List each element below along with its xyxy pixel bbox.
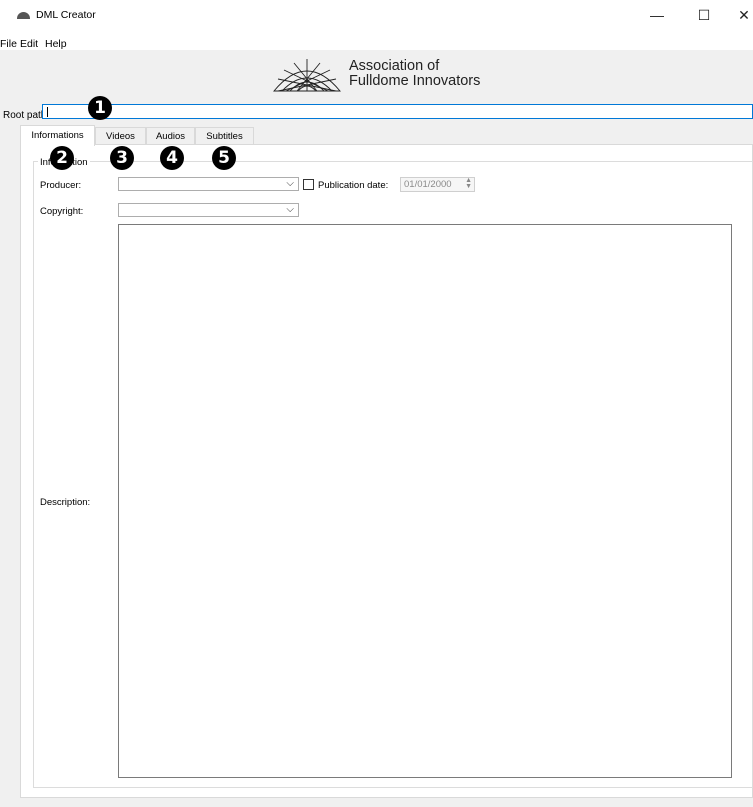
window-title: DML Creator bbox=[36, 9, 96, 21]
callout-marker-3: 3 bbox=[110, 146, 134, 170]
logo-line-1: Association of bbox=[349, 58, 440, 74]
tab-subtitles[interactable]: Subtitles bbox=[195, 127, 254, 144]
callout-marker-4: 4 bbox=[160, 146, 184, 170]
logo-banner: Association of Fulldome Innovators bbox=[0, 50, 753, 100]
publication-date-label: Publication date: bbox=[318, 180, 389, 191]
minimize-button[interactable]: — bbox=[645, 7, 669, 23]
text-caret bbox=[47, 107, 48, 117]
logo-line-2: Fulldome Innovators bbox=[349, 73, 481, 89]
publication-date-checkbox[interactable] bbox=[303, 179, 314, 190]
description-label: Description: bbox=[40, 497, 91, 508]
publication-date-input[interactable]: 01/01/2000 ▲ ▼ bbox=[400, 177, 475, 192]
producer-combobox[interactable]: ⌵ bbox=[118, 177, 299, 191]
producer-label: Producer: bbox=[40, 180, 82, 191]
callout-marker-5: 5 bbox=[212, 146, 236, 170]
title-bar: DML Creator — ☐ ✕ bbox=[0, 0, 753, 30]
tab-informations[interactable]: Informations bbox=[20, 125, 95, 146]
description-textarea[interactable] bbox=[118, 224, 732, 778]
tab-videos[interactable]: Videos bbox=[95, 127, 146, 144]
menu-edit[interactable]: Edit bbox=[20, 38, 38, 50]
copyright-label: Copyright: bbox=[40, 206, 84, 217]
close-button[interactable]: ✕ bbox=[732, 7, 753, 24]
chevron-down-icon: ⌵ bbox=[286, 178, 294, 189]
root-path-input[interactable] bbox=[42, 104, 753, 119]
menu-file[interactable]: File bbox=[0, 38, 17, 50]
chevron-down-icon: ⌵ bbox=[286, 204, 294, 215]
dome-logo-icon bbox=[273, 59, 341, 92]
publication-date-value: 01/01/2000 bbox=[404, 179, 452, 190]
tab-audios[interactable]: Audios bbox=[146, 127, 195, 144]
logo-text: Association of Fulldome Innovators bbox=[349, 59, 480, 89]
menu-help[interactable]: Help bbox=[45, 38, 67, 50]
callout-marker-2: 2 bbox=[50, 146, 74, 170]
spinner-arrows-icon[interactable]: ▲ ▼ bbox=[465, 177, 472, 190]
maximize-button[interactable]: ☐ bbox=[692, 7, 716, 24]
menu-bar: File Edit Help bbox=[0, 30, 753, 50]
dome-icon bbox=[17, 12, 30, 19]
callout-marker-1: 1 bbox=[88, 96, 112, 120]
copyright-combobox[interactable]: ⌵ bbox=[118, 203, 299, 217]
